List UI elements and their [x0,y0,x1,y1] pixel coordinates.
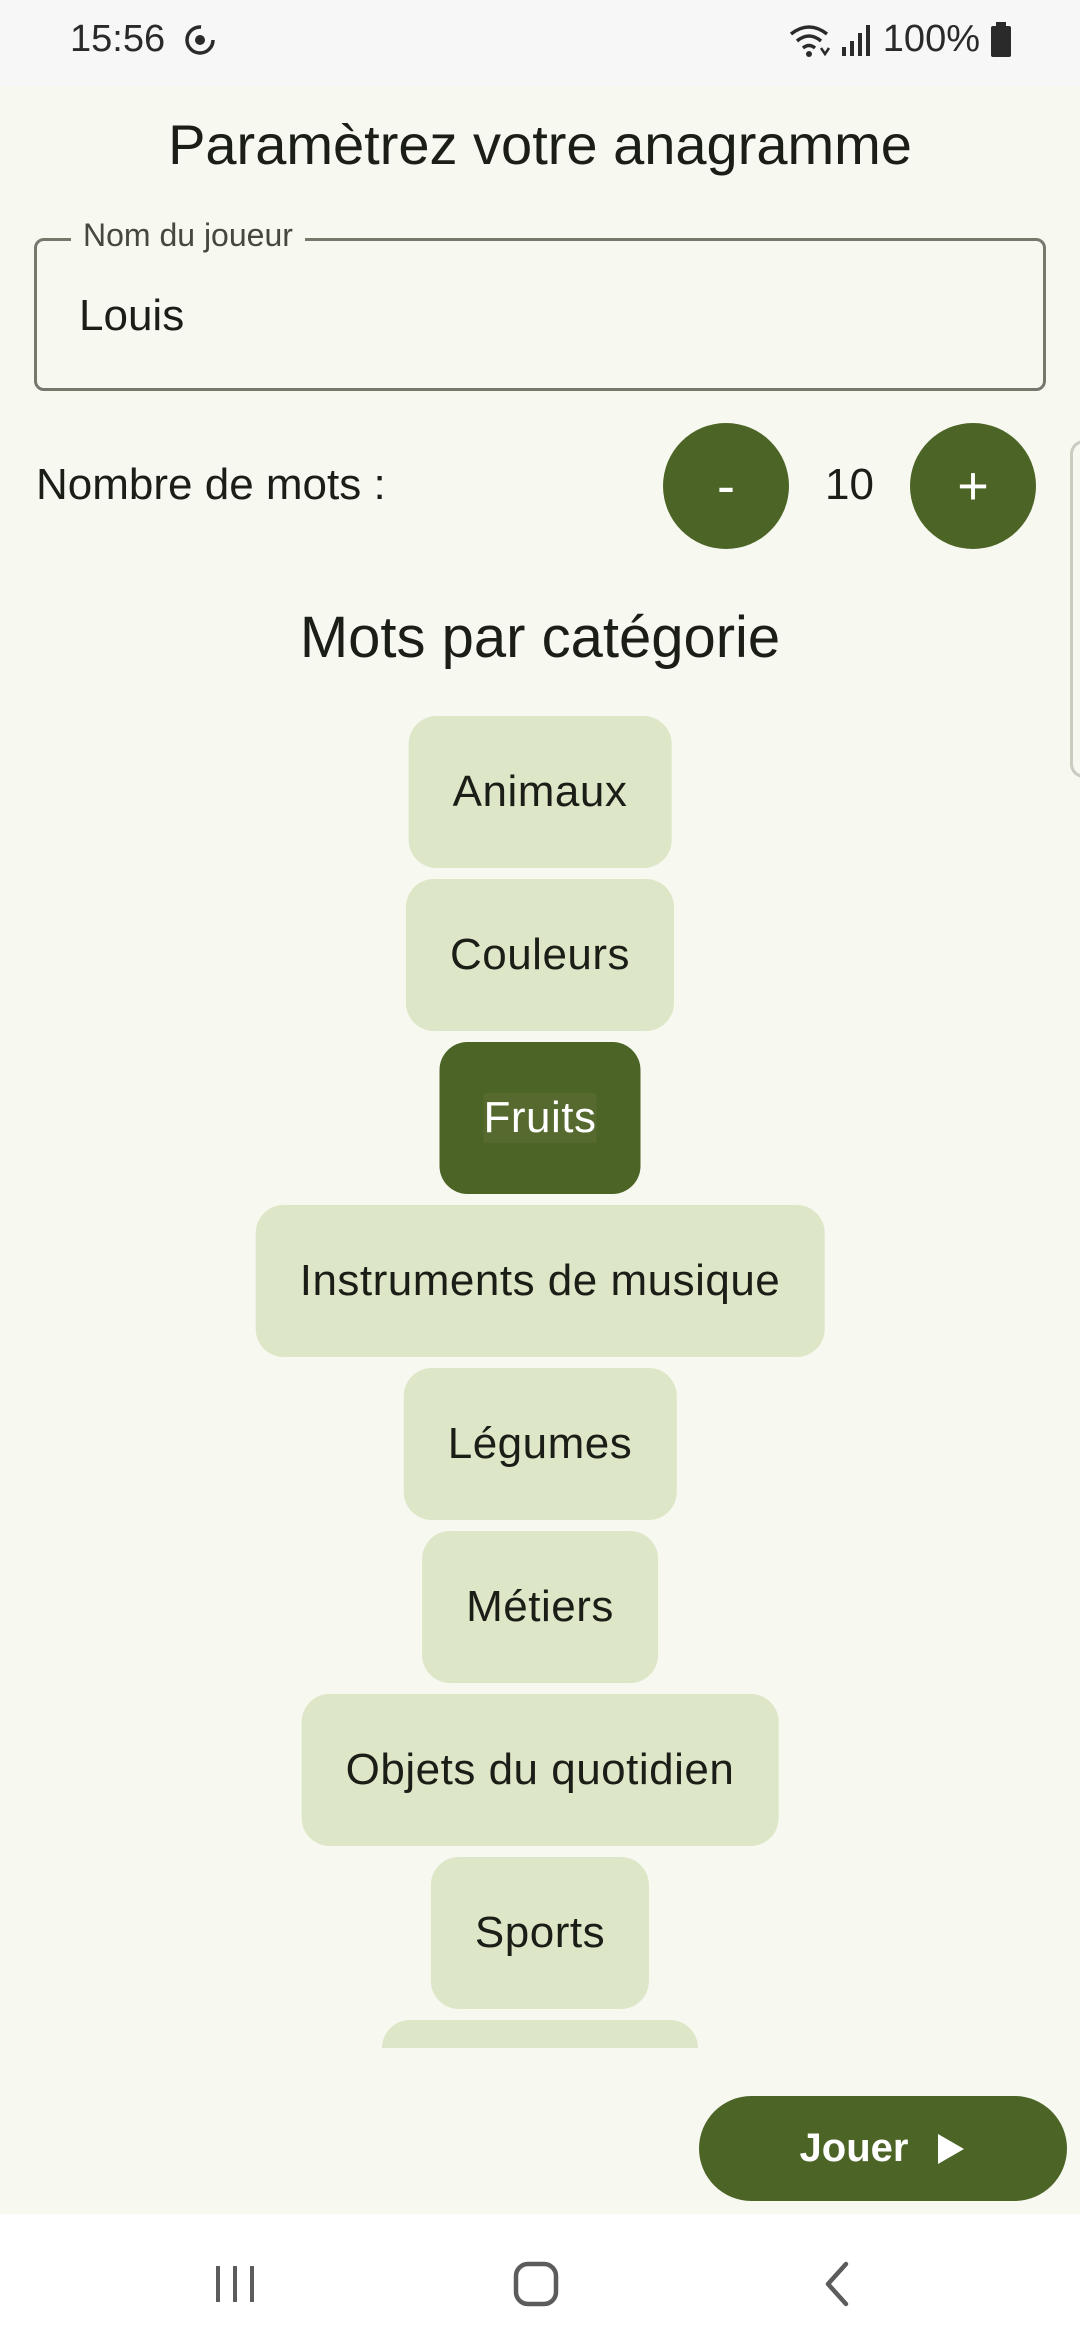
recent-apps-icon[interactable] [205,2254,265,2314]
status-indicators: 100% [787,18,1012,61]
category-chip-metiers[interactable]: Métiers [422,1531,658,1683]
play-button[interactable]: Jouer [699,2096,1067,2201]
word-count-label: Nombre de mots : [36,460,386,509]
play-icon [938,2133,965,2164]
home-icon[interactable] [506,2254,566,2314]
category-chip-objets[interactable]: Objets du quotidien [301,1694,779,1846]
category-chip-label: Fruits [483,1093,597,1143]
signal-icon [841,24,870,56]
category-chip-couleurs[interactable]: Couleurs [405,879,675,1031]
category-chip-label: Sports [474,1908,606,1957]
category-chip-label: Animaux [452,767,628,816]
category-chip-partial[interactable] [382,2020,698,2048]
back-icon[interactable] [808,2254,868,2314]
status-bar: 15:56 100% [0,0,1080,86]
categories-title: Mots par catégorie [299,605,781,670]
battery-icon [991,21,1011,57]
status-time: 15:56 [70,18,166,60]
category-chip-label: Métiers [466,1582,614,1631]
player-name-field[interactable]: Nom du joueur Louis [34,217,1046,391]
wifi-icon [789,24,830,57]
category-chip-label: Légumes [447,1419,633,1468]
battery-percentage: 100% [882,18,980,60]
category-chip-label: Objets du quotidien [345,1745,735,1794]
play-button-label: Jouer [799,2126,909,2170]
decrement-button[interactable]: - [663,423,789,549]
page-title: Paramètrez votre anagramme [168,113,912,176]
player-name-label: Nom du joueur [71,217,305,254]
navigation-bar [0,2214,1080,2340]
word-count-value: 10 [825,460,874,509]
category-chip-sports[interactable]: Sports [430,1857,650,2009]
category-list[interactable]: Animaux Couleurs Fruits Instruments de m… [0,716,1080,2048]
category-chip-label: Couleurs [449,930,631,979]
category-chip-animaux[interactable]: Animaux [408,716,672,868]
player-name-input[interactable]: Louis [79,291,184,341]
category-chip-label: Instruments de musique [299,1256,781,1305]
category-chip-legumes[interactable]: Légumes [403,1368,677,1520]
category-chip-instruments[interactable]: Instruments de musique [255,1205,825,1357]
sync-icon [185,25,215,55]
increment-button[interactable]: + [910,423,1036,549]
category-chip-fruits[interactable]: Fruits [439,1042,641,1194]
